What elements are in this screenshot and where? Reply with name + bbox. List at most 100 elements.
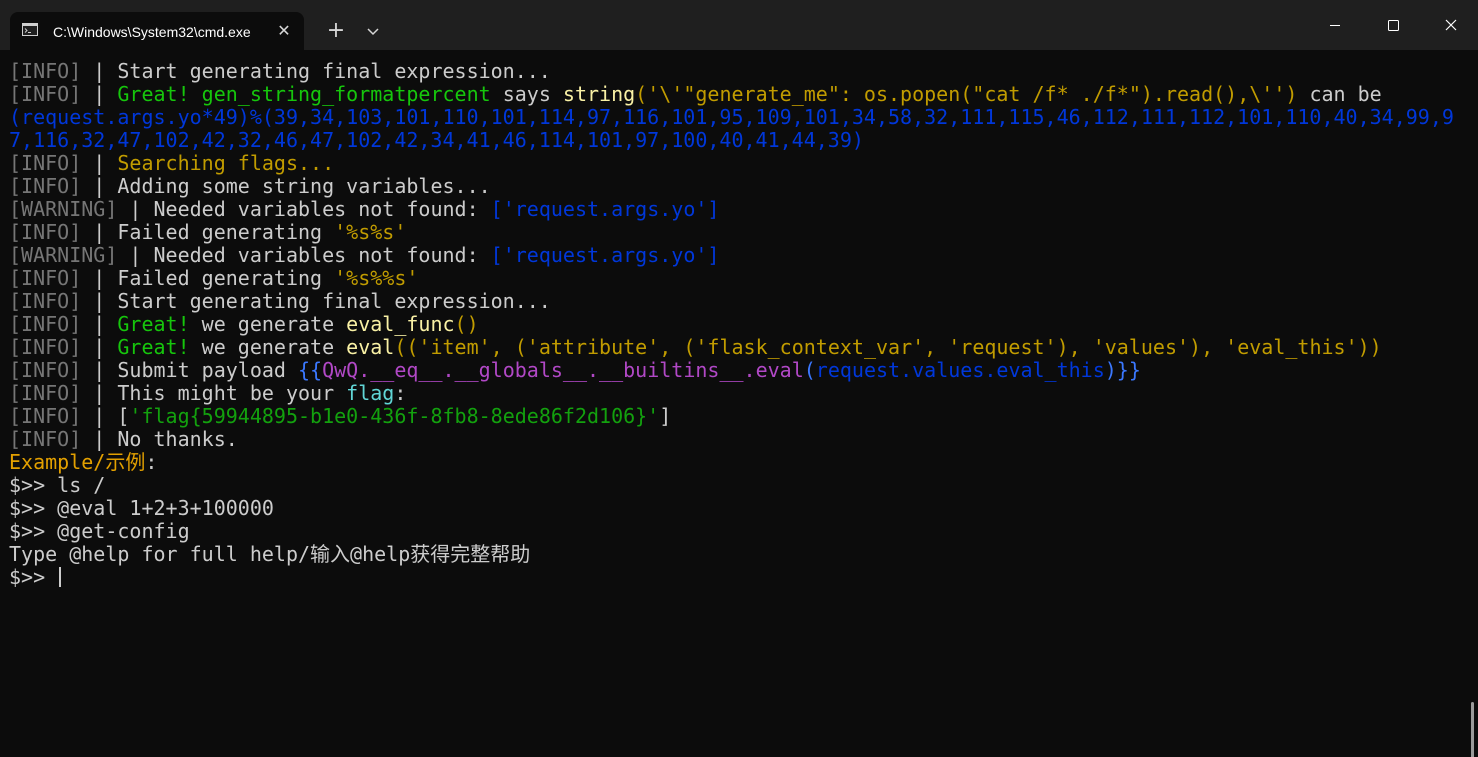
terminal-text: ( — [803, 359, 816, 382]
terminal-text: eval — [346, 336, 395, 359]
chevron-down-icon[interactable] — [358, 16, 388, 46]
terminal-line: [INFO] | Start generating final expressi… — [9, 60, 1464, 83]
terminal-text: $>> — [9, 566, 58, 589]
terminal-text: Great! — [117, 313, 190, 336]
maximize-icon[interactable] — [1364, 0, 1422, 50]
terminal-text: '%s%s' — [334, 221, 407, 244]
terminal-line: [INFO] | Great! we generate eval_func() — [9, 313, 1464, 336]
terminal-line: [INFO] | Great! we generate eval(('item'… — [9, 336, 1464, 359]
terminal-text: we generate — [189, 313, 347, 336]
terminal-text: request.values.eval_this — [815, 359, 1105, 382]
terminal-text: | Needed variables not found: — [117, 244, 491, 267]
minimize-icon[interactable] — [1306, 0, 1364, 50]
terminal-line: $>> @get-config — [9, 520, 1464, 543]
terminal-window: C:\Windows\System32\cmd.exe ✕ + [INFO] |… — [0, 0, 1478, 757]
close-tab-icon[interactable]: ✕ — [274, 21, 294, 41]
terminal-text: : — [394, 382, 407, 405]
terminal-text: [INFO] — [9, 290, 82, 313]
terminal-text: | — [81, 83, 118, 106]
terminal-line: [INFO] | Great! gen_string_formatpercent… — [9, 83, 1464, 106]
terminal-text: gen_string_formatpercent — [201, 83, 491, 106]
terminal-text: | This might be your — [81, 382, 347, 405]
terminal-text: can be — [1297, 83, 1382, 106]
terminal-text: ['request.args.yo'] — [490, 198, 720, 221]
terminal-text: string — [562, 83, 636, 106]
terminal-text: ] — [659, 405, 672, 428]
terminal-text: Great! — [117, 83, 190, 106]
terminal-text: QwQ.__eq__.__globals__.__builtins__.eval — [322, 359, 804, 382]
terminal-text: | No thanks. — [81, 428, 238, 451]
terminal-text: | — [81, 152, 118, 175]
terminal-text: (('item', ('attribute', ('flask_context_… — [394, 336, 1382, 359]
terminal-text: | Failed generating — [81, 267, 335, 290]
terminal-line: Type @help for full help/输入@help获得完整帮助 — [9, 543, 1464, 566]
tab-cmd[interactable]: C:\Windows\System32\cmd.exe ✕ — [10, 12, 304, 50]
terminal-text: [INFO] — [9, 221, 82, 244]
terminal-text: says — [490, 83, 563, 106]
terminal-text: [INFO] — [9, 359, 82, 382]
terminal-text: | — [81, 313, 118, 336]
terminal-line: $>> @eval 1+2+3+100000 — [9, 497, 1464, 520]
terminal-line: [INFO] | Adding some string variables... — [9, 175, 1464, 198]
terminal-line: [WARNING] | Needed variables not found: … — [9, 198, 1464, 221]
terminal-text: Great! — [117, 336, 190, 359]
terminal-text: [INFO] — [9, 336, 82, 359]
tab-title: C:\Windows\System32\cmd.exe — [53, 24, 251, 40]
terminal-text: $>> @get-config — [9, 520, 190, 543]
terminal-text: ['request.args.yo'] — [490, 244, 720, 267]
title-bar[interactable]: C:\Windows\System32\cmd.exe ✕ + — [0, 0, 1478, 50]
terminal-text: | Submit payload — [81, 359, 298, 382]
terminal-text: $>> @eval 1+2+3+100000 — [9, 497, 274, 520]
terminal-text: [INFO] — [9, 83, 82, 106]
terminal-line: [INFO] | Searching flags... — [9, 152, 1464, 175]
terminal-text: 7,116,32,47,102,42,32,46,47,102,42,34,41… — [9, 129, 864, 152]
terminal-text: | Start generating final expression... — [81, 290, 551, 313]
cmd-icon — [22, 23, 38, 36]
terminal-text: [INFO] — [9, 382, 82, 405]
terminal-text: Example/示例 — [9, 451, 146, 474]
terminal-text: (request.args.yo*49)%(39,34,103,101,110,… — [9, 106, 1454, 129]
terminal-text: [INFO] — [9, 313, 82, 336]
terminal-text: Searching flags... — [117, 152, 335, 175]
terminal-text: eval_func — [346, 313, 455, 336]
terminal-text: [WARNING] — [9, 198, 118, 221]
terminal-text: [INFO] — [9, 267, 82, 290]
terminal-text: [INFO] — [9, 152, 82, 175]
close-icon[interactable] — [1422, 0, 1478, 50]
terminal-line: [WARNING] | Needed variables not found: … — [9, 244, 1464, 267]
terminal-line: $>> — [9, 566, 1464, 589]
terminal-text: '%s%%s' — [334, 267, 419, 290]
terminal-line: Example/示例: — [9, 451, 1464, 474]
terminal-line: [INFO] | Submit payload {{QwQ.__eq__.__g… — [9, 359, 1464, 382]
terminal-text: $>> ls / — [9, 474, 106, 497]
terminal-line: 7,116,32,47,102,42,32,46,47,102,42,34,41… — [9, 129, 1464, 152]
terminal-text: [WARNING] — [9, 244, 118, 267]
terminal-text: | Failed generating — [81, 221, 335, 244]
terminal-text: | [ — [81, 405, 130, 428]
terminal-text: [INFO] — [9, 175, 82, 198]
terminal-text: [INFO] — [9, 405, 82, 428]
terminal-text: | Adding some string variables... — [81, 175, 491, 198]
terminal-text: [INFO] — [9, 60, 82, 83]
terminal-output[interactable]: [INFO] | Start generating final expressi… — [0, 50, 1474, 757]
terminal-text: )}} — [1104, 359, 1141, 382]
terminal-text: () — [454, 313, 479, 336]
text-cursor — [59, 567, 62, 587]
terminal-text: flag — [346, 382, 395, 405]
terminal-line: $>> ls / — [9, 474, 1464, 497]
terminal-text: {{ — [298, 359, 323, 382]
terminal-text: | Needed variables not found: — [117, 198, 491, 221]
terminal-line: [INFO] | Failed generating '%s%s' — [9, 221, 1464, 244]
vertical-scrollbar[interactable] — [1471, 702, 1474, 757]
terminal-line: [INFO] | No thanks. — [9, 428, 1464, 451]
terminal-line: [INFO] | Failed generating '%s%%s' — [9, 267, 1464, 290]
plus-icon[interactable]: + — [320, 16, 352, 46]
terminal-line: (request.args.yo*49)%(39,34,103,101,110,… — [9, 106, 1464, 129]
terminal-lines: [INFO] | Start generating final expressi… — [9, 60, 1464, 589]
terminal-line: [INFO] | Start generating final expressi… — [9, 290, 1464, 313]
terminal-text: [INFO] — [9, 428, 82, 451]
terminal-text: | — [81, 336, 118, 359]
terminal-text: 'flag{59944895-b1e0-436f-8fb8-8ede86f2d1… — [129, 405, 660, 428]
terminal-text: Type @help for full help/输入@help获得完整帮助 — [9, 543, 531, 566]
